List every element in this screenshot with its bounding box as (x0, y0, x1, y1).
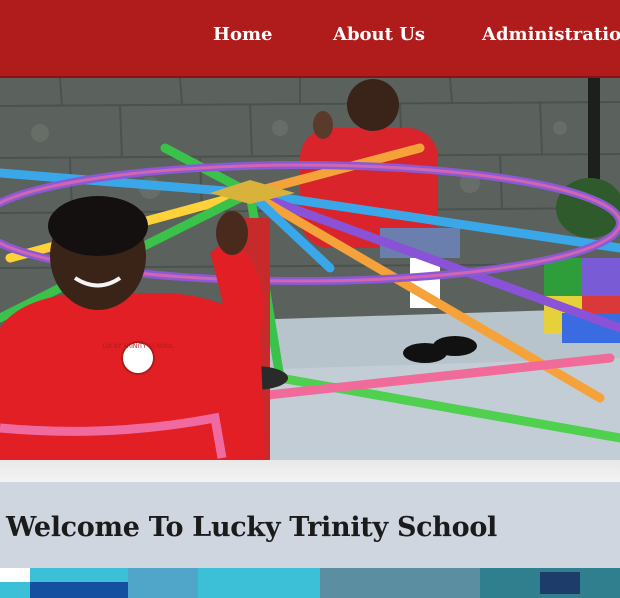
section-divider (0, 460, 620, 482)
back-child-head (347, 79, 399, 131)
next-section-image (0, 568, 620, 598)
hero-image: LUCKY TRINITY SCHOOL (0, 78, 620, 460)
top-navigation-bar: Home About Us Administration (0, 0, 620, 78)
nav-link-about-us[interactable]: About Us (333, 24, 425, 45)
hero-illustration: LUCKY TRINITY SCHOOL (0, 78, 620, 460)
nav-link-administration[interactable]: Administration (482, 24, 620, 45)
welcome-title: Welcome To Lucky Trinity School (6, 512, 498, 543)
nav-link-home[interactable]: Home (213, 24, 273, 45)
sweater-badge-text: LUCKY TRINITY SCHOOL (102, 343, 174, 350)
